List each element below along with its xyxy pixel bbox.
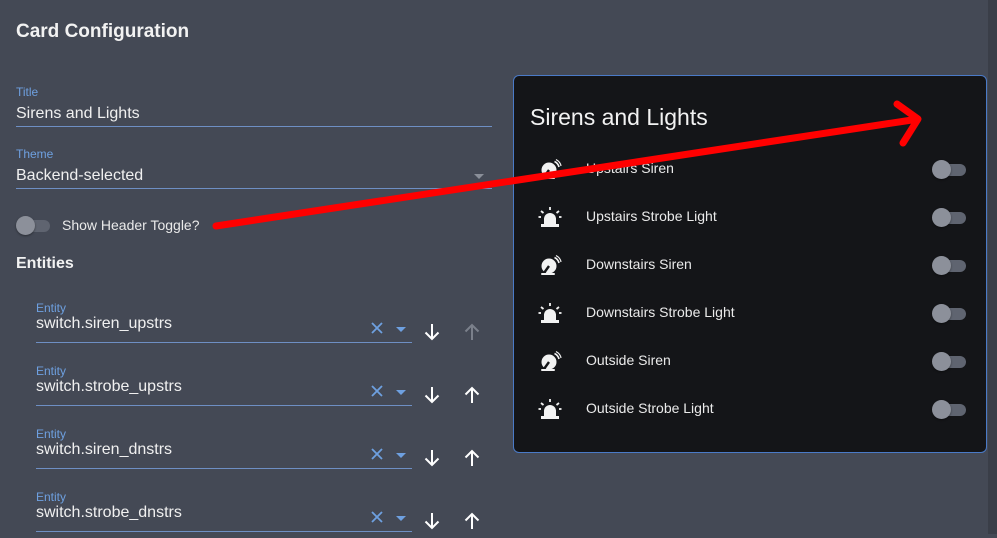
- entity-value[interactable]: switch.strobe_dnstrs: [36, 504, 182, 522]
- entity-row[interactable]: Downstairs Strobe Light: [514, 289, 986, 337]
- chevron-down-icon[interactable]: [396, 327, 406, 332]
- move-up-icon[interactable]: [460, 446, 484, 470]
- clear-icon[interactable]: [370, 447, 384, 461]
- entity-picker[interactable]: Entity switch.strobe_dnstrs: [36, 490, 412, 538]
- bell-icon: [538, 349, 562, 373]
- entity-value[interactable]: switch.siren_upstrs: [36, 315, 172, 333]
- clear-icon[interactable]: [370, 510, 384, 524]
- entity-underline: [36, 531, 412, 532]
- move-down-icon[interactable]: [420, 320, 444, 344]
- dialog-title: Card Configuration: [16, 21, 190, 42]
- entity-picker[interactable]: Entity switch.siren_dnstrs: [36, 427, 412, 475]
- alarm-light-icon: [538, 301, 562, 325]
- clear-icon[interactable]: [370, 321, 384, 335]
- theme-select-value[interactable]: Backend-selected: [16, 167, 492, 185]
- entity-underline: [36, 342, 412, 343]
- entity-row[interactable]: Outside Strobe Light: [514, 385, 986, 433]
- move-down-icon[interactable]: [420, 509, 444, 533]
- alarm-light-icon: [538, 397, 562, 421]
- entity-row-toggle[interactable]: [932, 254, 968, 276]
- theme-select-label: Theme: [16, 147, 54, 161]
- clear-icon[interactable]: [370, 384, 384, 398]
- entity-picker[interactable]: Entity switch.strobe_upstrs: [36, 364, 412, 412]
- entity-row-name[interactable]: Outside Strobe Light: [586, 400, 714, 416]
- show-header-toggle-label: Show Header Toggle?: [62, 217, 200, 233]
- entity-underline: [36, 405, 412, 406]
- move-down-icon[interactable]: [420, 446, 444, 470]
- show-header-toggle[interactable]: [16, 214, 52, 236]
- entities-heading: Entities: [16, 255, 74, 272]
- title-field-value[interactable]: Sirens and Lights: [16, 105, 492, 123]
- bell-icon: [538, 157, 562, 181]
- title-field-underline: [16, 126, 492, 127]
- entity-value[interactable]: switch.siren_dnstrs: [36, 441, 172, 459]
- chevron-down-icon[interactable]: [396, 516, 406, 521]
- toggle-thumb: [932, 400, 951, 419]
- show-header-toggle-row[interactable]: Show Header Toggle?: [16, 214, 200, 236]
- entity-row-toggle[interactable]: [932, 206, 968, 228]
- card-title: Sirens and Lights: [530, 104, 708, 130]
- toggle-thumb: [932, 160, 951, 179]
- entity-label: Entity: [36, 427, 67, 441]
- toggle-thumb: [932, 304, 951, 323]
- title-field-label: Title: [16, 85, 39, 99]
- title-field[interactable]: Title Sirens and Lights: [16, 85, 492, 129]
- entity-label: Entity: [36, 301, 67, 315]
- entity-underline: [36, 468, 412, 469]
- bell-icon: [538, 253, 562, 277]
- move-up-icon[interactable]: [460, 383, 484, 407]
- entity-row-toggle[interactable]: [932, 398, 968, 420]
- chevron-down-icon[interactable]: [396, 390, 406, 395]
- entity-label: Entity: [36, 364, 67, 378]
- entities-card-preview: Sirens and Lights Upstairs Siren Upstair…: [513, 75, 987, 453]
- entity-row-name[interactable]: Outside Siren: [586, 352, 671, 368]
- entity-row-toggle[interactable]: [932, 302, 968, 324]
- entity-row-name[interactable]: Downstairs Strobe Light: [586, 304, 735, 320]
- entity-row[interactable]: Downstairs Siren: [514, 241, 986, 289]
- entity-row[interactable]: Upstairs Siren: [514, 145, 986, 193]
- entity-value[interactable]: switch.strobe_upstrs: [36, 378, 182, 396]
- theme-select-underline: [16, 188, 492, 189]
- chevron-down-icon[interactable]: [396, 453, 406, 458]
- entity-label: Entity: [36, 490, 67, 504]
- move-up-icon[interactable]: [460, 509, 484, 533]
- entity-picker[interactable]: Entity switch.siren_upstrs: [36, 301, 412, 349]
- entity-row[interactable]: Outside Siren: [514, 337, 986, 385]
- toggle-thumb: [932, 208, 951, 227]
- entity-row-toggle[interactable]: [932, 158, 968, 180]
- entity-row-name[interactable]: Downstairs Siren: [586, 256, 692, 272]
- entity-row-name[interactable]: Upstairs Siren: [586, 160, 674, 176]
- entity-row-toggle[interactable]: [932, 350, 968, 372]
- theme-select[interactable]: Theme Backend-selected: [16, 147, 492, 191]
- alarm-light-icon: [538, 205, 562, 229]
- move-down-icon[interactable]: [420, 383, 444, 407]
- toggle-thumb: [932, 256, 951, 275]
- entity-row[interactable]: Upstairs Strobe Light: [514, 193, 986, 241]
- toggle-thumb: [16, 216, 35, 235]
- chevron-down-icon[interactable]: [474, 174, 484, 179]
- entity-row-name[interactable]: Upstairs Strobe Light: [586, 208, 717, 224]
- move-up-icon: [460, 320, 484, 344]
- scrollbar-strip: [988, 0, 997, 534]
- toggle-thumb: [932, 352, 951, 371]
